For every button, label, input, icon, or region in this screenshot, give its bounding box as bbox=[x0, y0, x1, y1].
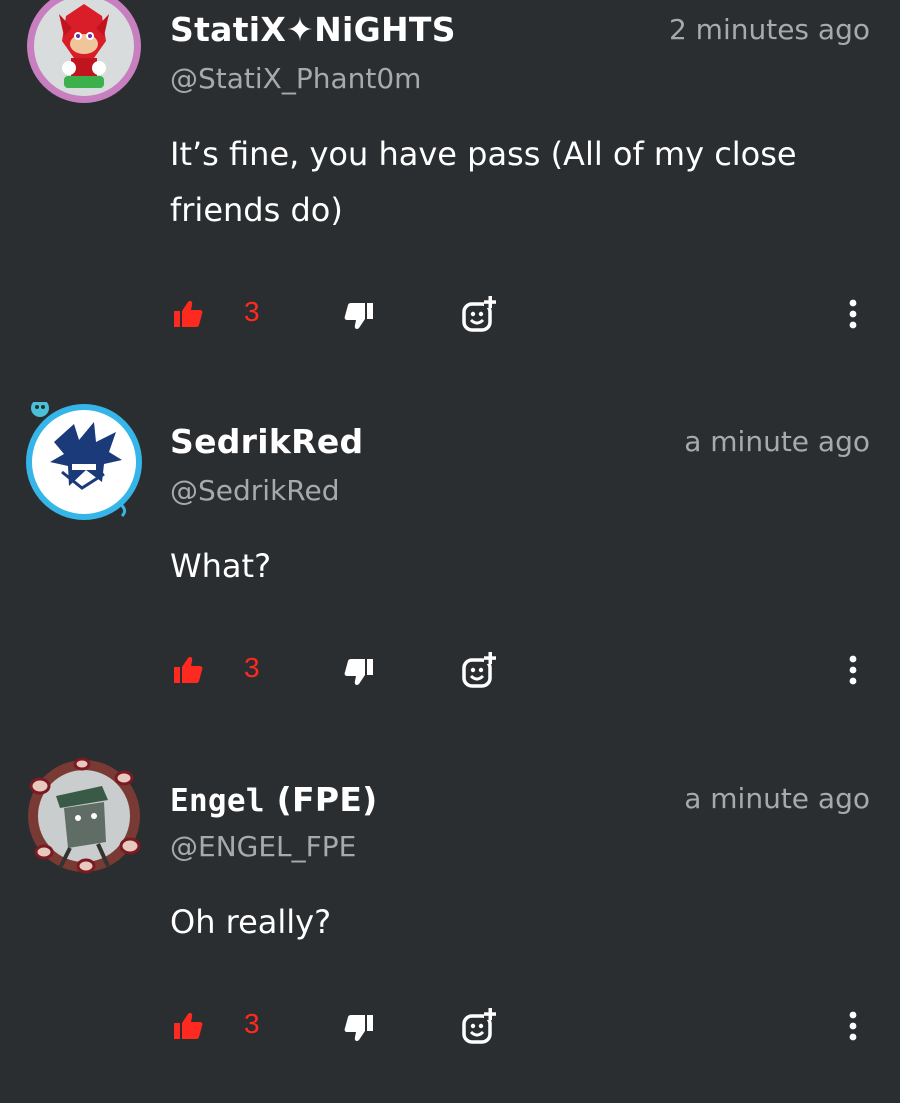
thumbs-down-icon[interactable] bbox=[343, 1012, 375, 1044]
timestamp: a minute ago bbox=[684, 425, 870, 458]
like-count: 3 bbox=[244, 652, 260, 683]
username-primary: Engel bbox=[170, 783, 265, 819]
add-reaction-icon[interactable] bbox=[460, 1006, 500, 1046]
more-vertical-icon[interactable] bbox=[838, 296, 868, 332]
user-handle[interactable]: @ENGEL_FPE bbox=[170, 830, 356, 863]
comment-item: Engel (FPE) a minute ago @ENGEL_FPE Oh r… bbox=[0, 712, 900, 1068]
thumbs-down-icon[interactable] bbox=[343, 656, 375, 688]
username[interactable]: StatiX✦NiGHTS bbox=[170, 10, 456, 49]
avatar[interactable] bbox=[24, 756, 144, 876]
username-suffix: (FPE) bbox=[264, 780, 378, 819]
more-vertical-icon[interactable] bbox=[838, 1008, 868, 1044]
user-handle[interactable]: @SedrikRed bbox=[170, 474, 339, 507]
comment-item: SedrikRed a minute ago @SedrikRed What? … bbox=[0, 356, 900, 712]
add-reaction-icon[interactable] bbox=[460, 650, 500, 690]
thumbs-down-icon[interactable] bbox=[343, 300, 375, 332]
user-handle[interactable]: @StatiX_Phant0m bbox=[170, 62, 421, 95]
username[interactable]: SedrikRed bbox=[170, 422, 363, 461]
comment-text: What? bbox=[170, 547, 272, 585]
username[interactable]: Engel (FPE) bbox=[170, 780, 378, 819]
avatar[interactable] bbox=[24, 402, 144, 522]
like-count: 3 bbox=[244, 1008, 260, 1039]
thumbs-up-icon[interactable] bbox=[172, 1010, 204, 1042]
comment-text: Oh really? bbox=[170, 903, 332, 941]
comment-item: StatiX✦NiGHTS 2 minutes ago @StatiX_Phan… bbox=[0, 0, 900, 356]
avatar[interactable] bbox=[24, 0, 144, 106]
add-reaction-icon[interactable] bbox=[460, 294, 500, 334]
like-count: 3 bbox=[244, 296, 260, 327]
comment-text: It’s fine, you have pass (All of my clos… bbox=[170, 135, 797, 229]
more-vertical-icon[interactable] bbox=[838, 652, 868, 688]
thumbs-up-icon[interactable] bbox=[172, 298, 204, 330]
comment-actions: 3 bbox=[0, 652, 900, 692]
thumbs-up-icon[interactable] bbox=[172, 654, 204, 686]
timestamp: 2 minutes ago bbox=[668, 13, 870, 46]
timestamp: a minute ago bbox=[684, 782, 870, 815]
comment-actions: 3 bbox=[0, 296, 900, 336]
comment-actions: 3 bbox=[0, 1008, 900, 1048]
